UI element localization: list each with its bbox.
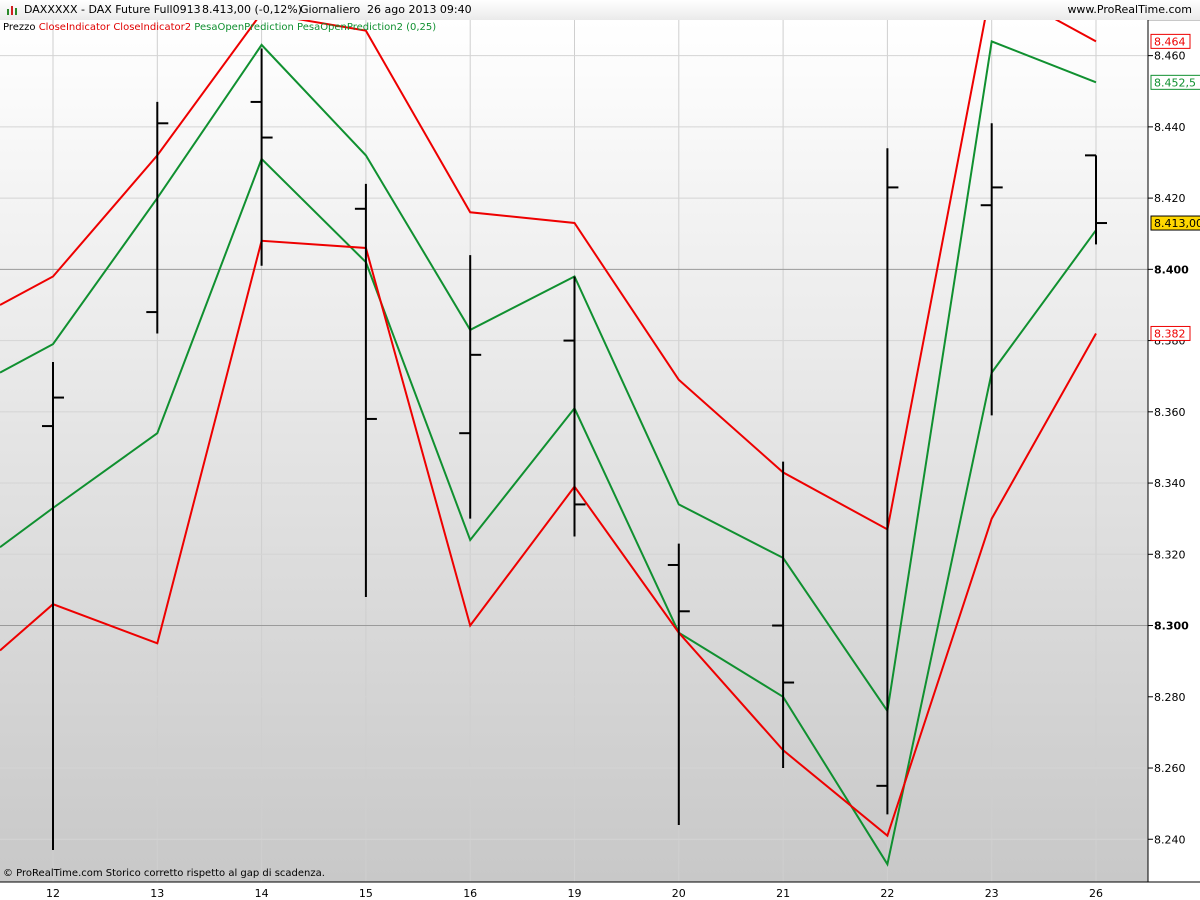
y-tick-label: 8.460 bbox=[1154, 50, 1186, 63]
x-tick-label: 19 bbox=[568, 887, 582, 900]
y-tick-label: 8.260 bbox=[1154, 762, 1186, 775]
copyright-note: © ProRealTime.com Storico corretto rispe… bbox=[3, 868, 325, 879]
x-tick-label: 12 bbox=[46, 887, 60, 900]
price-label: 8.452,5 bbox=[1154, 76, 1196, 89]
legend-close-indicators: CloseIndicator CloseIndicator2 bbox=[38, 22, 192, 33]
legend-price: Prezzo bbox=[3, 22, 36, 33]
y-tick-label: 8.280 bbox=[1154, 691, 1186, 704]
y-tick-label: 8.300 bbox=[1154, 620, 1189, 633]
x-tick-label: 16 bbox=[463, 887, 477, 900]
x-tick-label: 14 bbox=[255, 887, 269, 900]
price-label: 8.464 bbox=[1154, 35, 1186, 48]
price-label: 8.382 bbox=[1154, 327, 1186, 340]
y-tick-label: 8.320 bbox=[1154, 548, 1186, 561]
x-tick-label: 26 bbox=[1089, 887, 1103, 900]
price-label: 8.413,00 bbox=[1154, 217, 1200, 230]
y-tick-label: 8.400 bbox=[1154, 263, 1189, 276]
x-tick-label: 21 bbox=[776, 887, 790, 900]
indicator-legend: Prezzo CloseIndicator CloseIndicator2 Pe… bbox=[3, 22, 436, 33]
y-tick-label: 8.340 bbox=[1154, 477, 1186, 490]
x-tick-label: 13 bbox=[150, 887, 164, 900]
x-tick-label: 22 bbox=[880, 887, 894, 900]
legend-pesa-indicators: PesaOpenPrediction PesaOpenPrediction2 (… bbox=[194, 22, 437, 33]
x-tick-label: 23 bbox=[985, 887, 999, 900]
x-tick-label: 15 bbox=[359, 887, 373, 900]
y-tick-label: 8.240 bbox=[1154, 833, 1186, 846]
y-tick-label: 8.420 bbox=[1154, 192, 1186, 205]
chart-window: DAXXXXX - DAX Future Full0913 8.413,00 (… bbox=[0, 0, 1200, 900]
price-chart[interactable]: 12 13 14 15 16 19 20 21 22 23 26 8.240 8.260 8.280 8.3… bbox=[0, 0, 1200, 900]
x-tick-label: 20 bbox=[672, 887, 686, 900]
y-tick-label: 8.360 bbox=[1154, 406, 1186, 419]
y-tick-label: 8.440 bbox=[1154, 121, 1186, 134]
